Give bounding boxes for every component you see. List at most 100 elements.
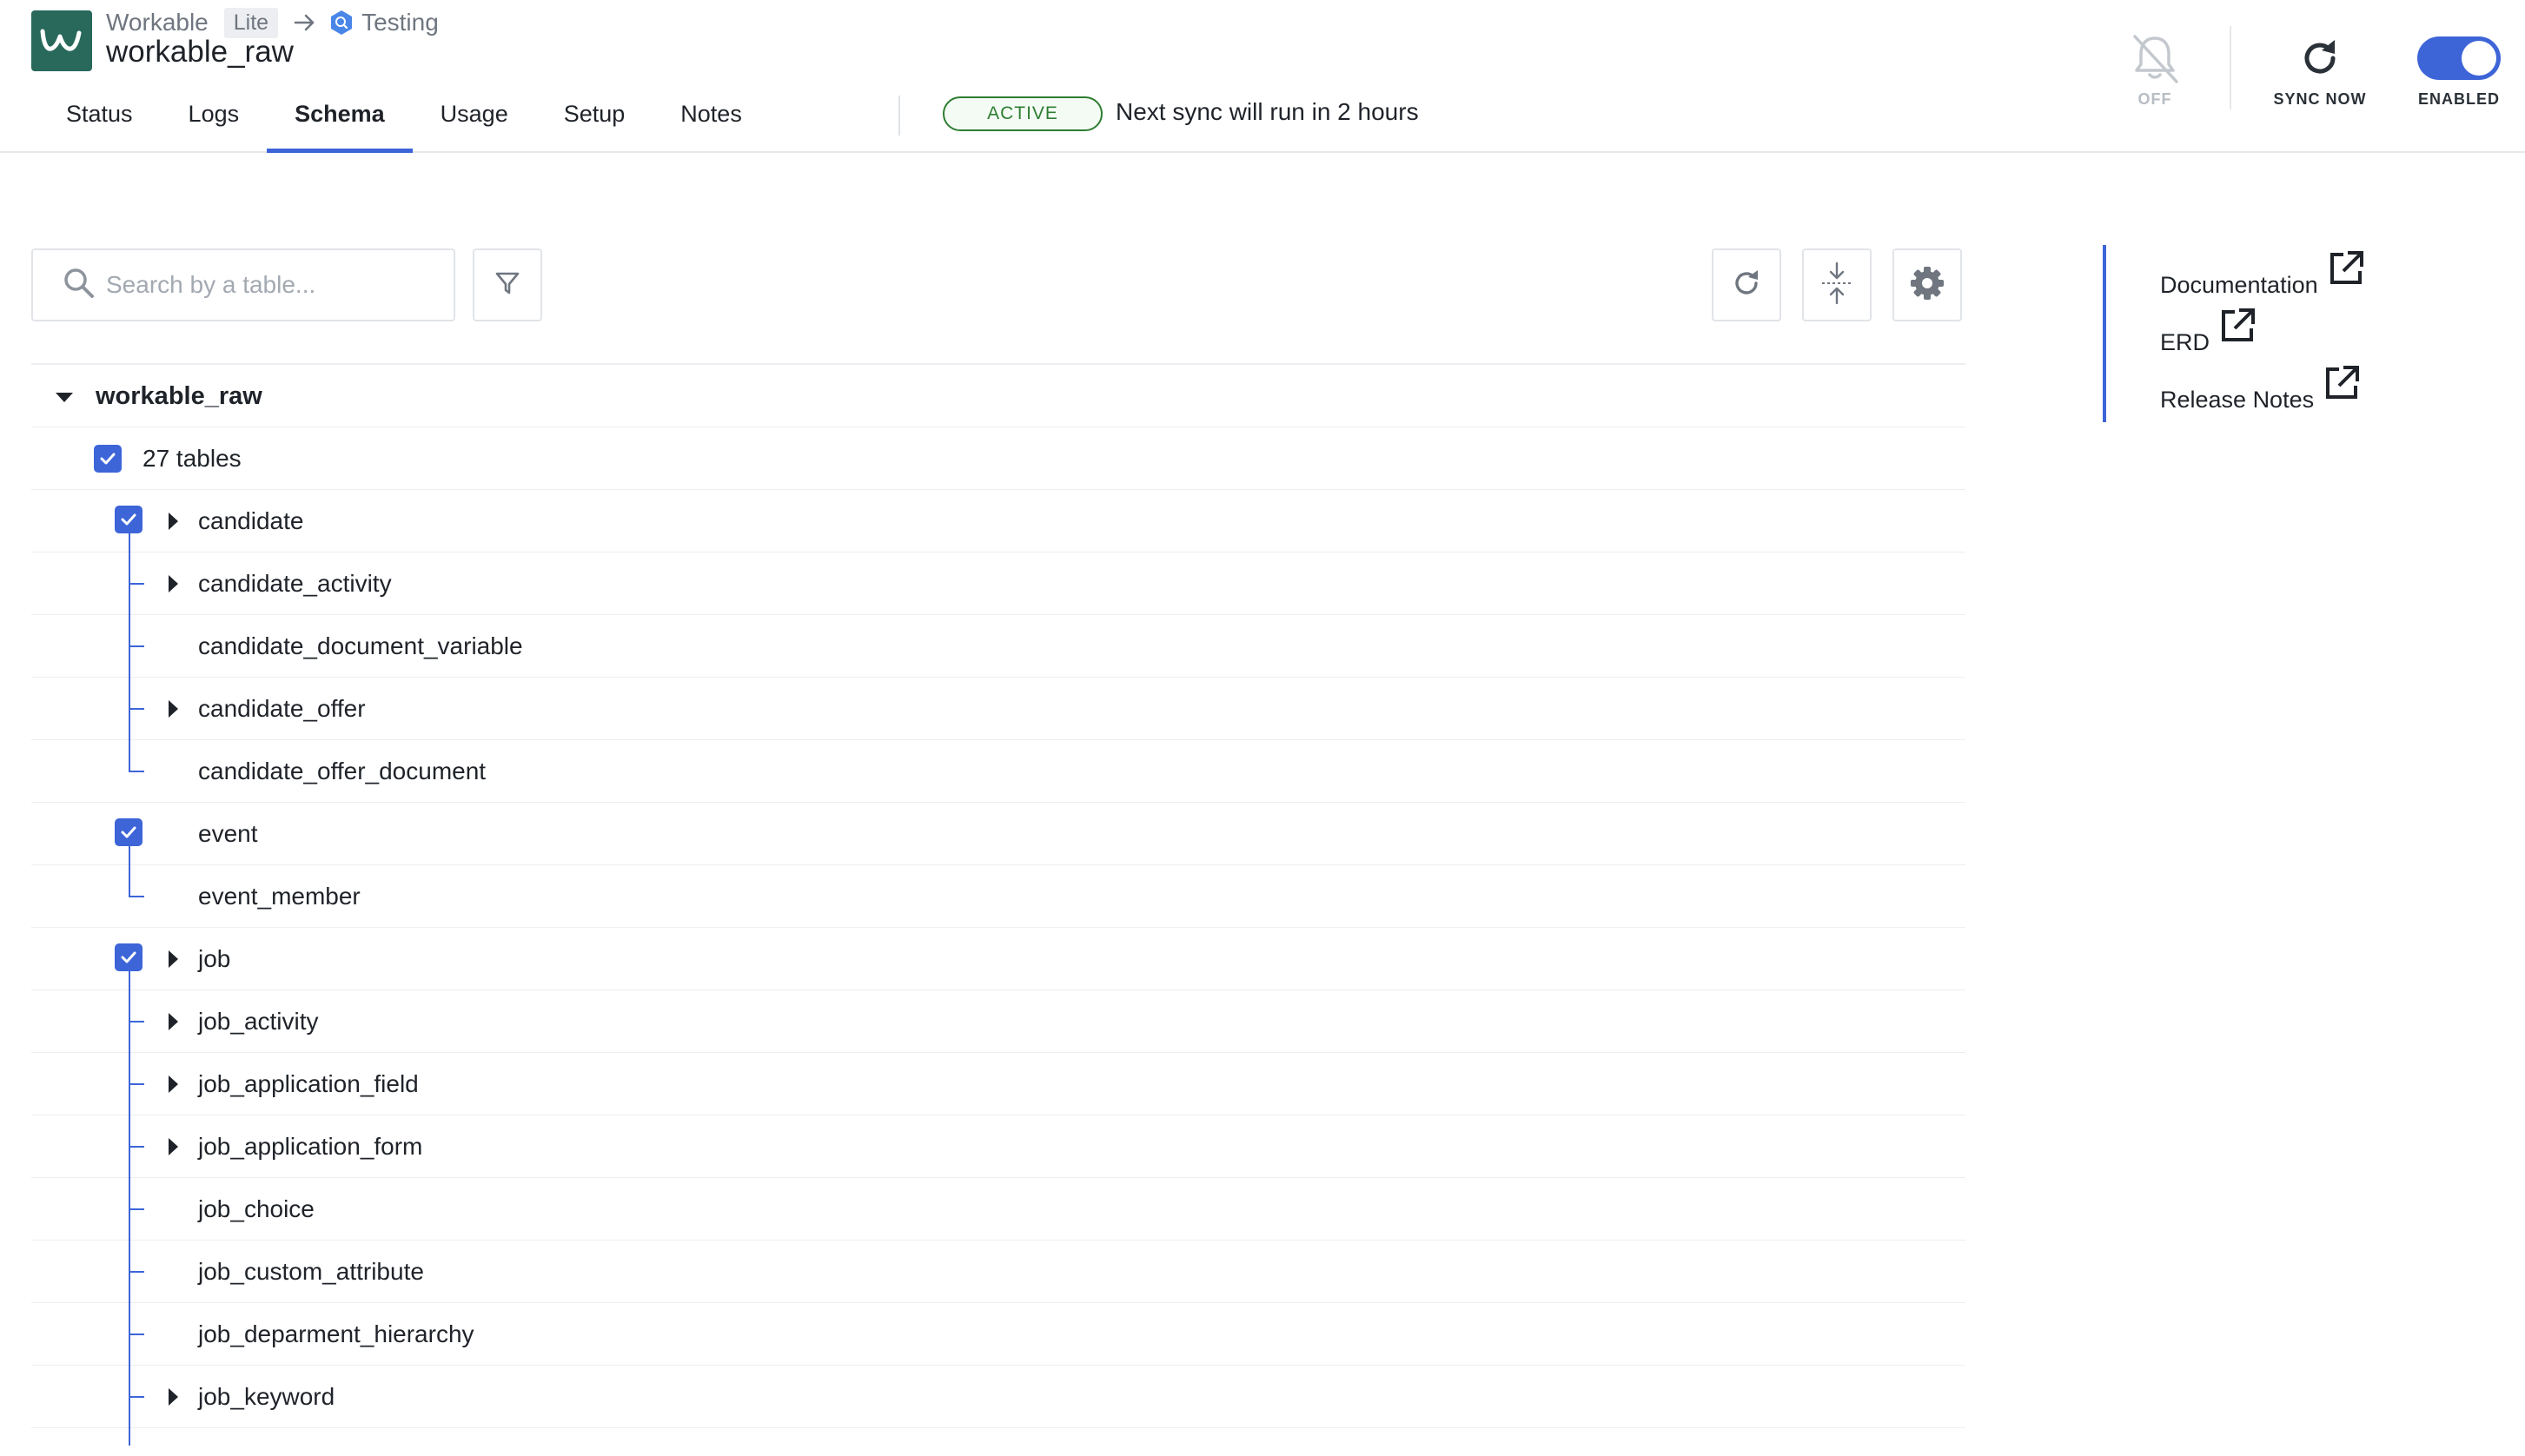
enabled-toggle[interactable]: ENABLED xyxy=(2407,26,2511,109)
tab-usage[interactable]: Usage xyxy=(413,89,536,153)
external-link-icon xyxy=(2324,366,2359,407)
caret-right-icon[interactable] xyxy=(169,1388,178,1406)
search-input[interactable] xyxy=(106,271,436,299)
table-name: job_custom_attribute xyxy=(198,1241,424,1303)
tree-connector-line xyxy=(129,846,130,865)
tab-schema[interactable]: Schema xyxy=(267,89,413,153)
tab-logs[interactable]: Logs xyxy=(161,89,268,153)
tab-status[interactable]: Status xyxy=(38,89,161,153)
tree-connector-branch xyxy=(129,1083,144,1085)
table-name: job_application_form xyxy=(198,1115,422,1178)
caret-right-icon[interactable] xyxy=(169,513,178,530)
caret-down-icon[interactable] xyxy=(56,393,73,402)
table-row[interactable]: job xyxy=(31,928,1965,990)
table-name: candidate_offer_document xyxy=(198,740,486,803)
tab-notes[interactable]: Notes xyxy=(653,89,770,153)
tabs-divider xyxy=(898,96,900,136)
table-row[interactable]: job_custom_attribute xyxy=(31,1241,1965,1303)
reload-icon xyxy=(1731,268,1762,303)
table-name: candidate_offer xyxy=(198,678,366,740)
external-link-icon xyxy=(2220,308,2255,349)
search-icon xyxy=(63,267,96,304)
toggle-switch[interactable] xyxy=(2417,36,2501,80)
table-row[interactable]: job_keyword xyxy=(31,1366,1965,1428)
link-label: Release Notes xyxy=(2160,382,2314,417)
link-label: ERD xyxy=(2160,325,2210,360)
table-row[interactable]: candidate_offer xyxy=(31,678,1965,740)
refresh-icon xyxy=(2298,26,2342,90)
status-badge: ACTIVE xyxy=(943,96,1103,131)
link-label: Documentation xyxy=(2160,268,2318,302)
tree-connector-line xyxy=(129,971,130,990)
table-row[interactable]: candidate xyxy=(31,490,1965,553)
table-row[interactable]: job_application_field xyxy=(31,1053,1965,1115)
table-row[interactable]: event xyxy=(31,803,1965,865)
collapse-all-button[interactable] xyxy=(1802,248,1872,321)
tab-setup[interactable]: Setup xyxy=(536,89,653,153)
table-row[interactable]: job_choice xyxy=(31,1178,1965,1241)
reload-schema-button[interactable] xyxy=(1712,248,1781,321)
table-row[interactable]: event_member xyxy=(31,865,1965,928)
caret-right-icon[interactable] xyxy=(169,700,178,718)
check-icon xyxy=(119,823,138,842)
table-name: candidate_activity xyxy=(198,553,392,615)
documentation-link[interactable]: Documentation xyxy=(2160,245,2450,302)
erd-link[interactable]: ERD xyxy=(2160,302,2450,360)
tree-connector-branch xyxy=(129,645,144,647)
schema-tree: workable_raw 27 tables candidate candida… xyxy=(31,363,1965,1446)
tree-connector-line xyxy=(129,865,130,897)
table-name: candidate xyxy=(198,490,303,553)
connector-header: Workable Lite Testing workable_raw Statu… xyxy=(0,0,2525,153)
table-row[interactable]: job_application_form xyxy=(31,1115,1965,1178)
gear-icon xyxy=(1909,265,1945,306)
caret-right-icon[interactable] xyxy=(169,1138,178,1155)
table-name: job_activity xyxy=(198,990,319,1053)
tree-connector-branch xyxy=(129,1146,144,1148)
table-row[interactable]: candidate_document_variable xyxy=(31,615,1965,678)
external-link-icon xyxy=(2329,251,2363,292)
toggle-switch-wrapper xyxy=(2417,26,2501,90)
table-row-partial xyxy=(31,1428,1965,1446)
schema-name: workable_raw xyxy=(96,365,262,427)
sync-now-button[interactable]: SYNC NOW xyxy=(2264,26,2376,109)
filter-button[interactable] xyxy=(473,248,542,321)
destination-name[interactable]: Testing xyxy=(361,9,439,36)
caret-right-icon[interactable] xyxy=(169,950,178,968)
notifications-toggle[interactable]: OFF xyxy=(2120,26,2190,109)
collapse-icon xyxy=(1819,261,1854,309)
caret-right-icon[interactable] xyxy=(169,1075,178,1093)
bigquery-icon xyxy=(328,10,355,36)
schema-settings-button[interactable] xyxy=(1892,248,1962,321)
table-checkbox[interactable] xyxy=(115,818,142,846)
source-name: Workable xyxy=(106,9,209,36)
table-name: job_keyword xyxy=(198,1366,335,1428)
table-row[interactable]: job_activity xyxy=(31,990,1965,1053)
table-row[interactable]: candidate_activity xyxy=(31,553,1965,615)
select-all-row: 27 tables xyxy=(31,427,1965,490)
caret-right-icon[interactable] xyxy=(169,575,178,592)
table-row[interactable]: candidate_offer_document xyxy=(31,740,1965,803)
search-field[interactable] xyxy=(31,248,455,321)
table-checkbox[interactable] xyxy=(115,943,142,971)
table-name: job_deparment_hierarchy xyxy=(198,1303,474,1366)
release-notes-link[interactable]: Release Notes xyxy=(2160,360,2450,417)
tree-connector-branch xyxy=(129,1396,144,1398)
tree-connector-branch xyxy=(129,1271,144,1273)
tree-connector-line xyxy=(129,740,130,772)
check-icon xyxy=(119,510,138,529)
bell-off-icon xyxy=(2126,26,2184,90)
table-name: event_member xyxy=(198,865,361,928)
tables-count: 27 tables xyxy=(142,427,242,490)
check-icon xyxy=(119,948,138,967)
tree-connector-branch xyxy=(129,1021,144,1023)
table-row[interactable]: job_deparment_hierarchy xyxy=(31,1303,1965,1366)
table-checkbox[interactable] xyxy=(115,506,142,533)
arrow-right-icon xyxy=(294,13,316,32)
caret-right-icon[interactable] xyxy=(169,1013,178,1030)
tree-connector-line xyxy=(129,1428,130,1446)
tab-bar: Status Logs Schema Usage Setup Notes xyxy=(38,89,770,153)
select-all-checkbox[interactable] xyxy=(94,445,122,473)
schema-row[interactable]: workable_raw xyxy=(31,363,1965,427)
table-name: job xyxy=(198,928,230,990)
tree-connector-line xyxy=(129,533,130,553)
